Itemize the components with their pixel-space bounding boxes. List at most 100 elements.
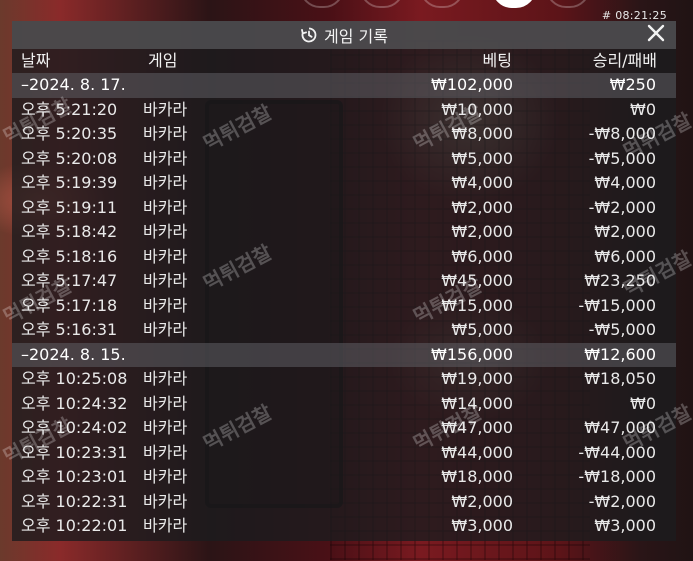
history-row[interactable]: 오후 10:23:01 바카라 ₩18,000 -₩18,000 [12, 465, 676, 490]
row-bet: ₩6,000 [451, 246, 513, 266]
row-date: 오후 5:20:35 [21, 124, 118, 143]
row-date: 오후 5:20:08 [21, 148, 118, 168]
row-result: -₩8,000 [588, 124, 656, 143]
row-result: ₩23,250 [584, 271, 656, 290]
history-row[interactable]: 오후 5:19:39 바카라 ₩4,000 ₩4,000 [12, 171, 676, 196]
row-game: 바카라 [143, 295, 188, 315]
column-header-result[interactable]: 승리/패배 [593, 49, 657, 73]
history-row[interactable]: 오후 5:18:42 바카라 ₩2,000 ₩2,000 [12, 220, 676, 245]
row-game: 바카라 [143, 369, 188, 388]
close-button[interactable] [644, 23, 668, 47]
row-date: 오후 10:25:08 [21, 369, 128, 388]
row-date: 오후 5:19:39 [21, 173, 118, 192]
column-header-game[interactable]: 게임 [148, 49, 177, 73]
row-result: ₩0 [630, 99, 656, 119]
row-bet: ₩102,000 [431, 75, 513, 94]
panel-title-group: 게임 기록 [300, 23, 388, 47]
row-date: –2024. 8. 15. [21, 344, 126, 364]
row-bet: ₩10,000 [441, 99, 513, 119]
row-game: 바카라 [143, 320, 188, 339]
history-row[interactable]: 오후 10:22:01 바카라 ₩3,000 ₩3,000 [12, 514, 676, 539]
day-summary-row[interactable]: –2024. 8. 17. ₩102,000 ₩250 [12, 73, 676, 98]
column-header-date[interactable]: 날짜 [21, 49, 50, 73]
row-result: ₩2,000 [594, 222, 656, 241]
row-bet: ₩4,000 [451, 173, 513, 192]
row-result: ₩4,000 [594, 173, 656, 192]
row-game: 바카라 [143, 197, 188, 217]
row-result: ₩6,000 [594, 246, 656, 266]
row-bet: ₩2,000 [451, 491, 513, 511]
game-history-panel: 게임 기록 날짜 게임 베팅 승리/패배 –2024. 8. 17. ₩102,0… [12, 21, 676, 541]
row-date: 오후 10:23:01 [21, 467, 128, 486]
history-icon [300, 26, 318, 44]
history-row[interactable]: 오후 10:22:31 바카라 ₩2,000 -₩2,000 [12, 490, 676, 515]
row-date: 오후 5:18:16 [21, 246, 118, 266]
top-indicator-dots [300, 0, 600, 8]
row-date: 오후 5:19:11 [21, 197, 118, 217]
row-bet: ₩156,000 [431, 344, 513, 364]
row-bet: ₩45,000 [441, 271, 513, 290]
row-game: 바카라 [143, 173, 188, 192]
row-game: 바카라 [143, 246, 188, 266]
history-row[interactable]: 오후 10:24:32 바카라 ₩14,000 ₩0 [12, 392, 676, 417]
history-row[interactable]: 오후 10:24:02 바카라 ₩47,000 ₩47,000 [12, 416, 676, 441]
history-row[interactable]: 오후 5:17:47 바카라 ₩45,000 ₩23,250 [12, 269, 676, 294]
row-game: 바카라 [143, 222, 188, 241]
row-game: 바카라 [143, 491, 188, 511]
row-game: 바카라 [143, 467, 188, 486]
row-result: -₩2,000 [588, 197, 656, 217]
row-game: 바카라 [143, 148, 188, 168]
row-date: 오후 5:16:31 [21, 320, 118, 339]
row-bet: ₩14,000 [441, 393, 513, 413]
history-row[interactable]: 오후 5:16:31 바카라 ₩5,000 -₩5,000 [12, 318, 676, 343]
row-result: -₩5,000 [588, 320, 656, 339]
history-row[interactable]: 오후 5:18:16 바카라 ₩6,000 ₩6,000 [12, 245, 676, 270]
row-date: 오후 10:24:32 [21, 393, 128, 413]
row-result: -₩18,000 [578, 467, 656, 486]
row-date: 오후 5:17:47 [21, 271, 118, 290]
row-game: 바카라 [143, 271, 188, 290]
column-header-row: 날짜 게임 베팅 승리/패배 [12, 49, 676, 73]
row-result: ₩47,000 [584, 418, 656, 437]
history-row[interactable]: 오후 5:20:08 바카라 ₩5,000 -₩5,000 [12, 147, 676, 172]
history-row[interactable]: 오후 5:19:11 바카라 ₩2,000 -₩2,000 [12, 196, 676, 221]
row-date: 오후 10:22:31 [21, 491, 128, 511]
row-date: 오후 10:23:31 [21, 442, 128, 462]
row-result: ₩0 [630, 393, 656, 413]
panel-header: 게임 기록 [12, 21, 676, 49]
history-list: –2024. 8. 17. ₩102,000 ₩250 오후 5:21:20 바카라 ₩1… [12, 73, 676, 539]
row-game: 바카라 [143, 418, 188, 437]
row-result: -₩44,000 [578, 442, 656, 462]
row-bet: ₩2,000 [451, 197, 513, 217]
row-date: 오후 5:17:18 [21, 295, 118, 315]
row-bet: ₩19,000 [441, 369, 513, 388]
row-bet: ₩47,000 [441, 418, 513, 437]
row-bet: ₩8,000 [451, 124, 513, 143]
history-row[interactable]: 오후 5:17:18 바카라 ₩15,000 -₩15,000 [12, 294, 676, 319]
row-bet: ₩5,000 [451, 320, 513, 339]
history-row[interactable]: 오후 10:23:31 바카라 ₩44,000 -₩44,000 [12, 441, 676, 466]
column-header-bet[interactable]: 베팅 [483, 49, 512, 73]
row-date: 오후 5:21:20 [21, 99, 118, 119]
row-date: 오후 10:22:01 [21, 516, 128, 535]
history-row[interactable]: 오후 5:20:35 바카라 ₩8,000 -₩8,000 [12, 122, 676, 147]
row-game: 바카라 [143, 516, 188, 535]
row-bet: ₩44,000 [441, 442, 513, 462]
day-summary-row[interactable]: –2024. 8. 15. ₩156,000 ₩12,600 [12, 342, 676, 367]
row-bet: ₩5,000 [451, 148, 513, 168]
row-bet: ₩15,000 [441, 295, 513, 315]
row-date: 오후 10:24:02 [21, 418, 128, 437]
row-game: 바카라 [143, 124, 188, 143]
row-result: ₩18,050 [584, 369, 656, 388]
history-row[interactable]: 오후 10:25:08 바카라 ₩19,000 ₩18,050 [12, 367, 676, 392]
row-result: -₩5,000 [588, 148, 656, 168]
history-row[interactable]: 오후 5:21:20 바카라 ₩10,000 ₩0 [12, 98, 676, 123]
panel-title: 게임 기록 [324, 27, 388, 46]
row-result: ₩250 [609, 75, 656, 94]
row-game: 바카라 [143, 393, 188, 413]
close-icon [647, 24, 665, 46]
row-bet: ₩2,000 [451, 222, 513, 241]
row-game: 바카라 [143, 442, 188, 462]
row-bet: ₩18,000 [441, 467, 513, 486]
row-date: –2024. 8. 17. [21, 75, 126, 94]
